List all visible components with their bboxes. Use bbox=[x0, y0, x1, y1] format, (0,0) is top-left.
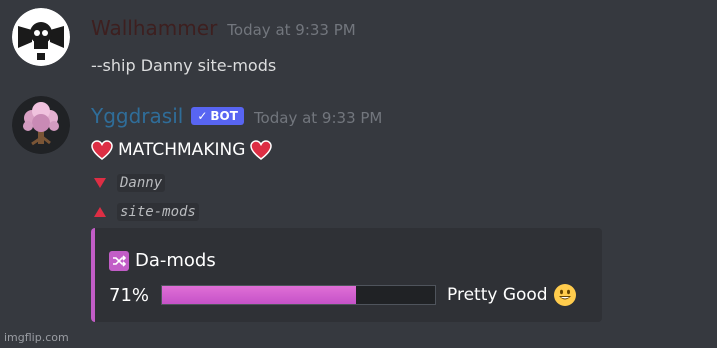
ship-name: Da-mods bbox=[135, 250, 216, 271]
compatibility-bar bbox=[161, 285, 436, 305]
compatibility-bar-fill bbox=[162, 286, 356, 304]
ship-line-1: Danny bbox=[93, 174, 166, 192]
ship-line-2: site-mods bbox=[93, 203, 199, 221]
ship-embed: Da-mods 71% Pretty Good bbox=[91, 228, 602, 322]
avatar-wallhammer[interactable] bbox=[12, 8, 70, 66]
compatibility-row: 71% Pretty Good bbox=[109, 283, 577, 307]
username-yggdrasil[interactable]: Yggdrasil bbox=[91, 104, 183, 128]
red-triangle-up-icon bbox=[94, 207, 106, 217]
heart-icon bbox=[91, 140, 113, 160]
avatar-yggdrasil[interactable] bbox=[12, 96, 70, 154]
heart-icon bbox=[250, 140, 273, 160]
matchmaking-label: MATCHMAKING bbox=[118, 140, 246, 160]
matchmaking-title-line: MATCHMAKING bbox=[91, 140, 273, 160]
skull-emblem-icon bbox=[12, 8, 70, 66]
red-triangle-down-icon bbox=[94, 178, 106, 188]
compatibility-percent: 71% bbox=[109, 284, 150, 306]
timestamp: Today at 9:33 PM bbox=[227, 21, 356, 39]
username-wallhammer[interactable]: Wallhammer bbox=[91, 16, 217, 40]
shuffle-icon bbox=[109, 250, 129, 271]
smiley-icon bbox=[553, 284, 576, 306]
message-text: --ship Danny site-mods bbox=[91, 56, 277, 75]
bot-tag-label: BOT bbox=[210, 109, 238, 123]
ship-name-2: site-mods bbox=[117, 203, 199, 221]
ship-name-1: Danny bbox=[117, 174, 166, 192]
checkmark-icon: ✓ bbox=[197, 109, 208, 123]
embed-title: Da-mods bbox=[109, 250, 216, 271]
compatibility-verdict: Pretty Good bbox=[447, 285, 548, 305]
timestamp: Today at 9:33 PM bbox=[253, 109, 383, 127]
imgflip-watermark: imgflip.com bbox=[4, 331, 69, 344]
pink-tree-icon bbox=[12, 96, 70, 154]
bot-badge: ✓ BOT bbox=[191, 107, 244, 125]
